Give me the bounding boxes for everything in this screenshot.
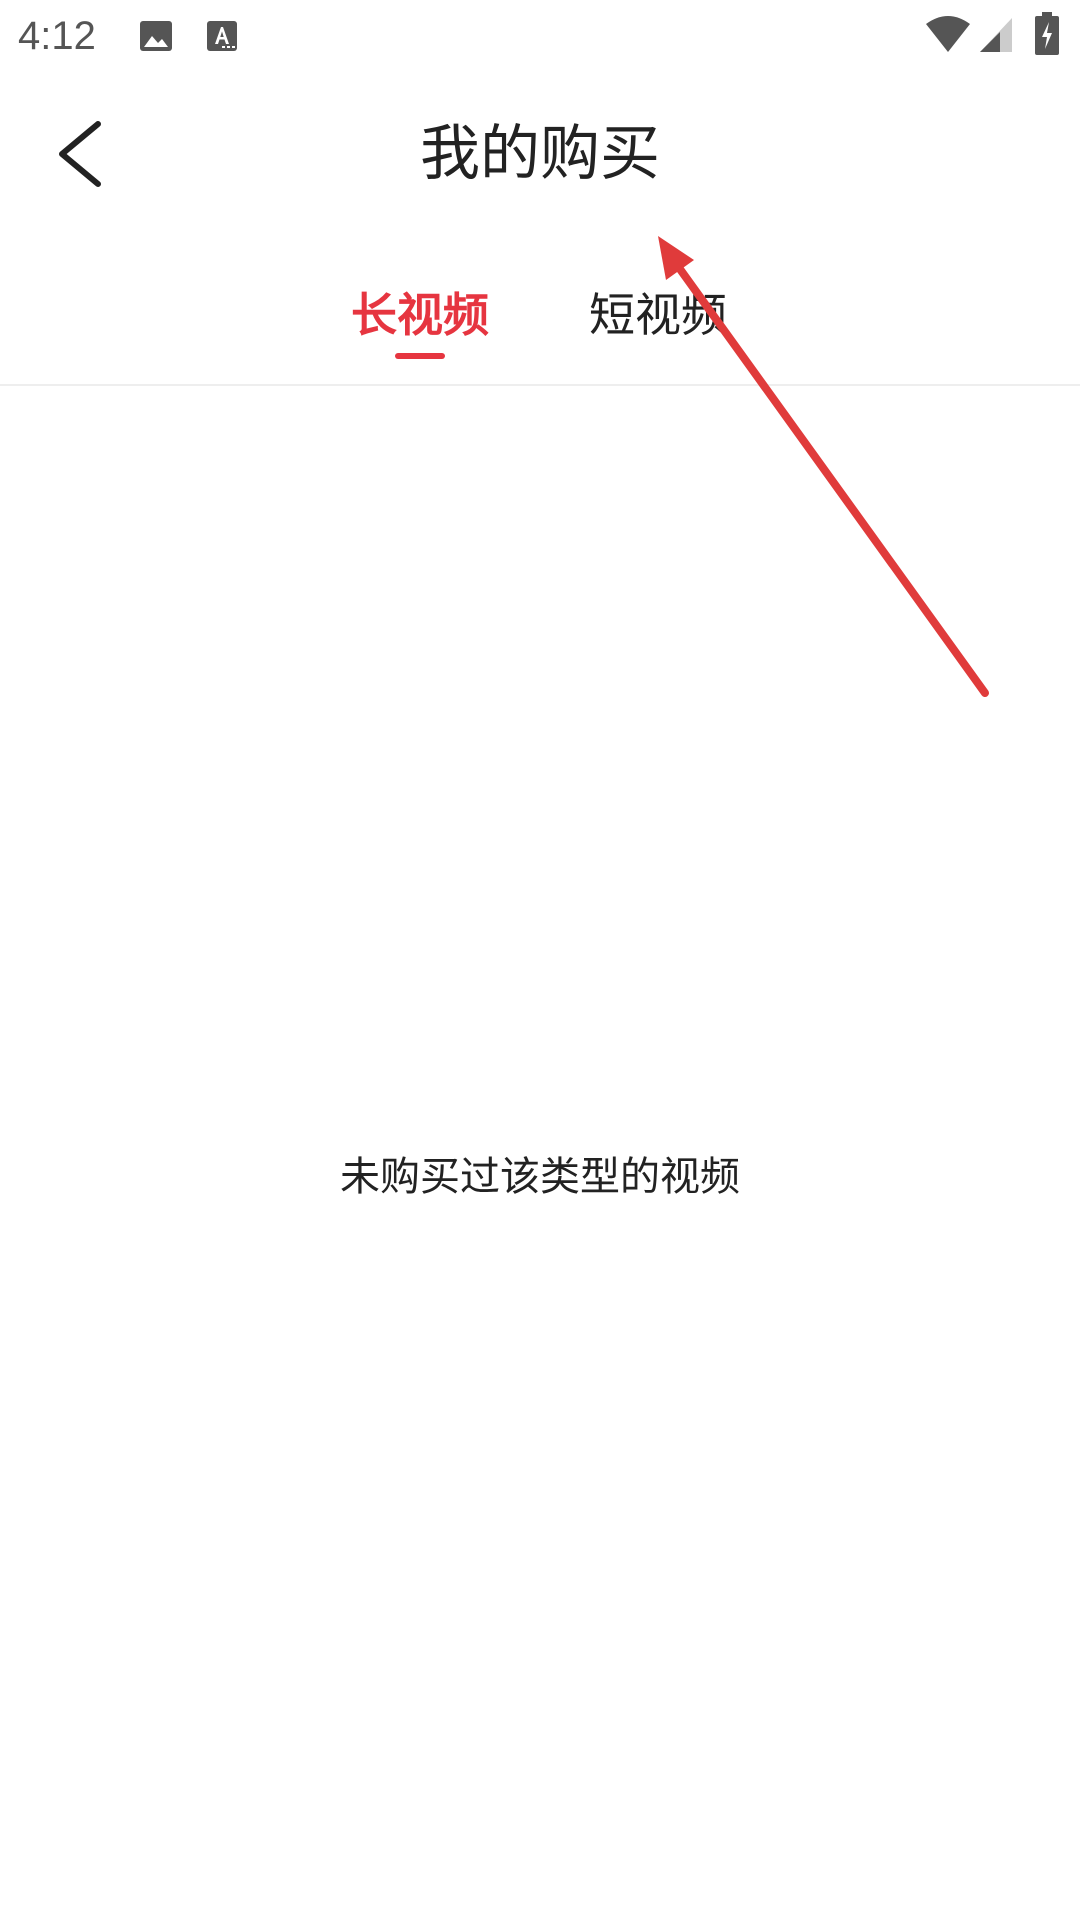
image-icon — [140, 21, 172, 51]
cell-signal-icon — [980, 18, 1012, 52]
tab-short-video[interactable]: 短视频 — [573, 270, 743, 370]
tab-bar: 长视频 短视频 — [0, 270, 1080, 385]
text-a-icon — [207, 21, 237, 51]
page-title: 我的购买 — [420, 119, 660, 189]
status-time: 4:12 — [18, 14, 96, 58]
tabs-divider — [0, 384, 1080, 386]
tab-active-indicator — [395, 353, 445, 359]
wifi-icon — [926, 16, 970, 52]
battery-charging-icon — [1035, 12, 1059, 55]
status-bar: 4:12 — [0, 0, 1080, 74]
app-header: 我的购买 — [0, 74, 1080, 244]
empty-state-message: 未购买过该类型的视频 — [340, 1154, 740, 1200]
